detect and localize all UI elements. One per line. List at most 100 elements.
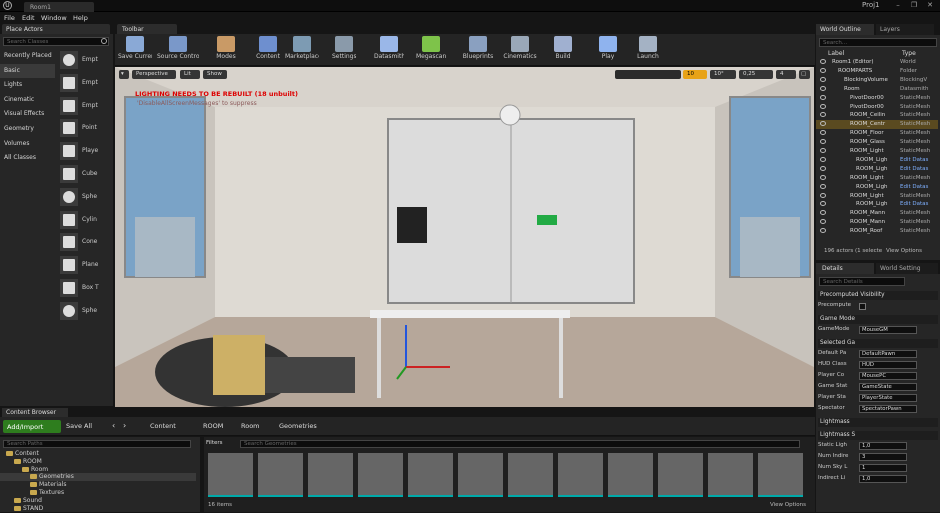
property-value[interactable]: 1,0 [859, 475, 907, 483]
category-visual-effects[interactable]: Visual Effects [0, 107, 55, 121]
breadcrumb-geometries[interactable]: Geometries [279, 422, 317, 430]
place-actors-search-input[interactable]: Search Classes [3, 37, 109, 46]
outliner-row[interactable]: ROOM_Ceilin StaticMesh [816, 111, 938, 120]
viewport-options-button[interactable]: ▾ [119, 70, 129, 79]
actor-item[interactable]: Plane [58, 254, 110, 276]
toolbar-blueprints-button[interactable]: Blueprints [462, 36, 494, 64]
visibility-eye-icon[interactable] [820, 174, 826, 180]
outliner-row[interactable]: Room Datasmith [816, 85, 938, 94]
document-tab[interactable]: Room1 [24, 2, 94, 12]
tree-row[interactable]: STAND [0, 505, 196, 513]
outliner-search-input[interactable]: Search... [819, 38, 937, 47]
visibility-eye-icon[interactable] [820, 139, 826, 145]
outliner-col-type[interactable]: Type [902, 50, 916, 57]
asset-thumbnail[interactable] [708, 453, 753, 497]
tree-row[interactable]: Room [0, 466, 196, 474]
asset-thumbnail[interactable] [308, 453, 353, 497]
actor-item[interactable]: Sphe [58, 186, 110, 208]
close-button[interactable]: ✕ [922, 0, 938, 11]
visibility-eye-icon[interactable] [820, 228, 826, 234]
toolbar-launch-button[interactable]: Launch [636, 36, 660, 64]
visibility-eye-icon[interactable] [820, 201, 826, 207]
asset-thumbnail[interactable] [758, 453, 803, 497]
outliner-view-options[interactable]: View Options [886, 248, 922, 254]
visibility-eye-icon[interactable] [820, 85, 826, 91]
visibility-eye-icon[interactable] [820, 130, 826, 136]
asset-thumbnail[interactable] [558, 453, 603, 497]
asset-thumbnail[interactable] [608, 453, 653, 497]
details-search-input[interactable]: Search Details [819, 277, 905, 286]
visibility-eye-icon[interactable] [820, 192, 826, 198]
visibility-eye-icon[interactable] [820, 156, 826, 162]
toolbar-marketplace-button[interactable]: Marketplace [285, 36, 319, 64]
property-value[interactable]: PlayerState [859, 394, 917, 402]
camera-speed-value[interactable]: 4 [776, 70, 796, 79]
outliner-row[interactable]: ROOM_Ligh Edit Datas [816, 156, 938, 165]
property-value[interactable]: DefaultPawn [859, 350, 917, 358]
actor-item[interactable]: Cone [58, 231, 110, 253]
category-all-classes[interactable]: All Classes [0, 151, 55, 165]
menu-help[interactable]: Help [73, 14, 88, 22]
outliner-row[interactable]: ROOM_Ligh Edit Datas [816, 165, 938, 174]
breadcrumb-room[interactable]: Room [241, 422, 260, 430]
toolbar-play-button[interactable]: Play [596, 36, 620, 64]
toolbar-save-button[interactable]: Save Current [118, 36, 152, 64]
property-value[interactable]: HUD [859, 361, 917, 369]
tree-row[interactable]: ROOM [0, 458, 196, 466]
perspective-button[interactable]: Perspective [132, 70, 176, 79]
outliner-row[interactable]: ROOM_Glass StaticMesh [816, 138, 938, 147]
breadcrumb-content[interactable]: Content [150, 422, 176, 430]
outliner-row[interactable]: ROOM_Ligh Edit Datas [816, 200, 938, 209]
toolbar-cinematics-button[interactable]: Cinematics [503, 36, 537, 64]
category-cinematic[interactable]: Cinematic [0, 93, 55, 107]
asset-thumbnail[interactable] [658, 453, 703, 497]
lit-button[interactable]: Lit [180, 70, 200, 79]
property-value[interactable]: 1,0 [859, 442, 907, 450]
tree-row[interactable]: Sound [0, 497, 196, 505]
category-basic[interactable]: Basic [0, 63, 55, 78]
property-value[interactable]: 3 [859, 453, 907, 461]
breadcrumb-room[interactable]: ROOM [203, 422, 223, 430]
visibility-eye-icon[interactable] [820, 210, 826, 216]
section-header[interactable]: Selected Ga [818, 339, 938, 348]
visibility-eye-icon[interactable] [820, 59, 826, 64]
section-header[interactable]: Game Mode [818, 315, 938, 324]
section-header[interactable]: Lightmass [818, 418, 938, 427]
tab-details[interactable]: Details [816, 263, 874, 274]
actor-item[interactable]: Empt [58, 72, 110, 94]
actor-item[interactable]: Playe [58, 140, 110, 162]
category-geometry[interactable]: Geometry [0, 122, 55, 136]
outliner-row[interactable]: ROOMPARTS Folder [816, 67, 938, 76]
visibility-eye-icon[interactable] [820, 103, 826, 109]
maximize-viewport-icon[interactable]: ▢ [799, 70, 810, 79]
toolbar-tab[interactable]: Toolbar [117, 24, 177, 34]
asset-thumbnail[interactable] [508, 453, 553, 497]
category-lights[interactable]: Lights [0, 78, 55, 92]
outliner-row[interactable]: ROOM_Light StaticMesh [816, 192, 938, 201]
level-viewport[interactable]: ▾ Perspective Lit Show 10 10° 0,25 4 ▢ L… [115, 67, 814, 407]
visibility-eye-icon[interactable] [820, 94, 826, 100]
toolbar-source-control-button[interactable]: Source Control [157, 36, 199, 64]
toolbar-settings-button[interactable]: Settings [332, 36, 356, 64]
toolbar-datasmith-button[interactable]: Datasmith [374, 36, 404, 64]
toolbar-content-button[interactable]: Content [256, 36, 280, 64]
precompute-checkbox[interactable] [859, 303, 866, 310]
outliner-row[interactable]: ROOM_Light StaticMesh [816, 147, 938, 156]
forward-arrow-icon[interactable]: › [123, 421, 126, 430]
property-value[interactable]: 1 [859, 464, 907, 472]
actor-item[interactable]: Point [58, 117, 110, 139]
outliner-row[interactable]: ROOM_Floor StaticMesh [816, 129, 938, 138]
outliner-row[interactable]: Room1 (Editor) World [816, 58, 938, 67]
visibility-eye-icon[interactable] [820, 112, 826, 118]
section-header[interactable]: Precomputed Visibility [818, 291, 938, 300]
search-paths-input[interactable]: Search Paths [3, 440, 191, 448]
visibility-eye-icon[interactable] [820, 183, 826, 189]
actor-item[interactable]: Cylin [58, 209, 110, 231]
actor-item[interactable]: Cube [58, 163, 110, 185]
outliner-col-label[interactable]: Label [828, 50, 844, 57]
toolbar-build-button[interactable]: Build [551, 36, 575, 64]
visibility-eye-icon[interactable] [820, 219, 826, 225]
tree-row[interactable]: Content [0, 450, 196, 458]
outliner-row[interactable]: PivotDoor00 StaticMesh [816, 94, 938, 103]
add-import-button[interactable]: Add/Import [3, 420, 61, 433]
